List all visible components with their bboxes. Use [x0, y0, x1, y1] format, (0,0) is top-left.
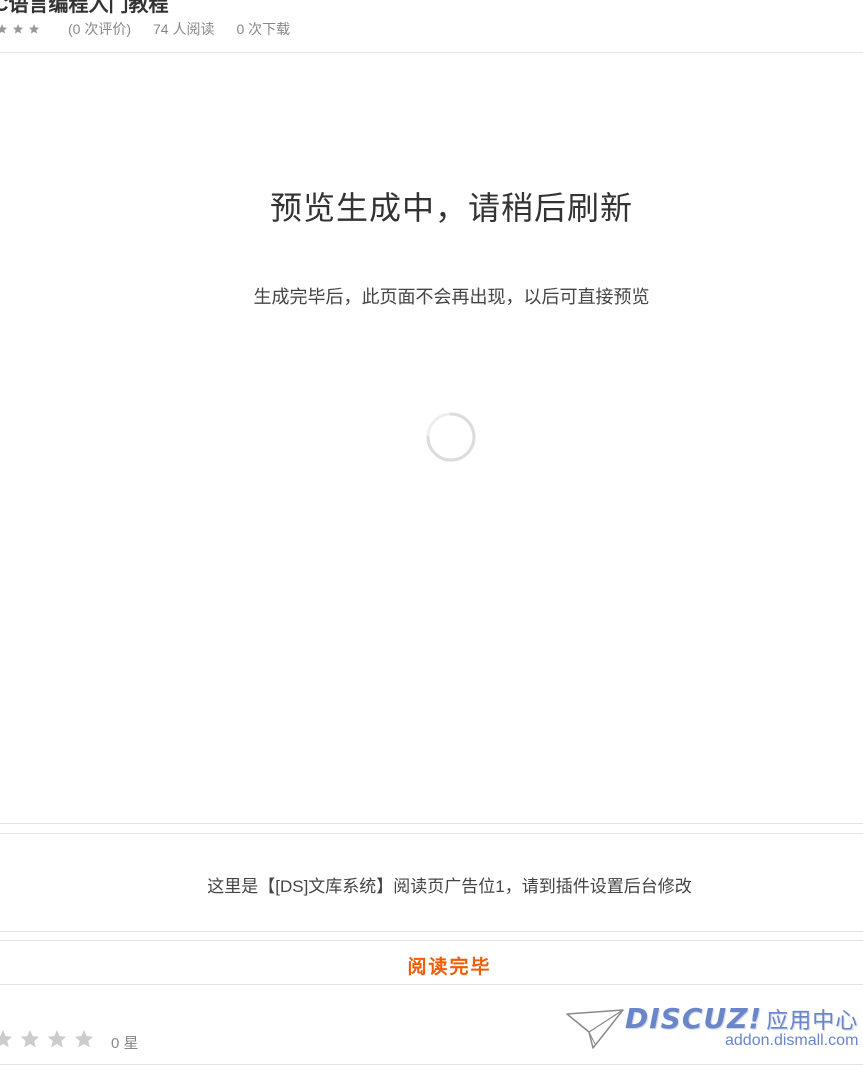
rate-star-icon[interactable]	[0, 1028, 14, 1050]
star-icon	[13, 24, 23, 34]
download-count: 0 次下载	[236, 21, 291, 37]
rate-star-icon[interactable]	[46, 1028, 68, 1050]
ratings-count: (0 次评价)	[68, 21, 131, 37]
rating-stars	[0, 1028, 100, 1050]
logo-url: addon.dismall.com	[725, 1032, 859, 1049]
preview-subtitle: 生成完毕后，此页面不会再出现，以后可直接预览	[253, 287, 650, 307]
logo-brand-text: DISCUZ!	[625, 1002, 763, 1035]
read-finished-bar: 阅读完毕	[0, 940, 863, 985]
read-finished-label: 阅读完毕	[407, 957, 492, 978]
loading-spinner-icon	[426, 412, 476, 462]
rate-star-icon[interactable]	[19, 1028, 41, 1050]
paper-plane-icon	[566, 1009, 624, 1049]
mini-rating-stars	[0, 23, 44, 35]
view-count: 74 人阅读	[153, 21, 215, 37]
ad-text: 这里是【[DS]文库系统】阅读页广告位1，请到插件设置后台修改	[207, 877, 692, 896]
document-header: C语言编程入门教程 (0 次评价) 74 人阅读 0 次下载	[0, 0, 863, 53]
logo-brand-suffix: 应用中心	[766, 1009, 859, 1034]
rate-star-icon[interactable]	[73, 1028, 95, 1050]
document-title: C语言编程入门教程	[0, 0, 169, 16]
page: C语言编程入门教程 (0 次评价) 74 人阅读 0 次下载 预览生成中，请稍后…	[0, 0, 863, 1066]
document-meta: (0 次评价) 74 人阅读 0 次下载	[0, 19, 312, 39]
ad-slot[interactable]: 这里是【[DS]文库系统】阅读页广告位1，请到插件设置后台修改	[0, 833, 863, 932]
star-icon	[29, 24, 39, 34]
discuz-addon-logo[interactable]: DISCUZ! 应用中心 addon.dismall.com	[565, 1000, 859, 1055]
rating-value-label: 0 星	[111, 1035, 139, 1052]
preview-panel: 预览生成中，请稍后刷新 生成完毕后，此页面不会再出现，以后可直接预览	[0, 53, 863, 824]
preview-title: 预览生成中，请稍后刷新	[269, 190, 633, 226]
logo-brand: DISCUZ! 应用中心	[625, 1002, 858, 1035]
star-icon	[0, 24, 7, 34]
